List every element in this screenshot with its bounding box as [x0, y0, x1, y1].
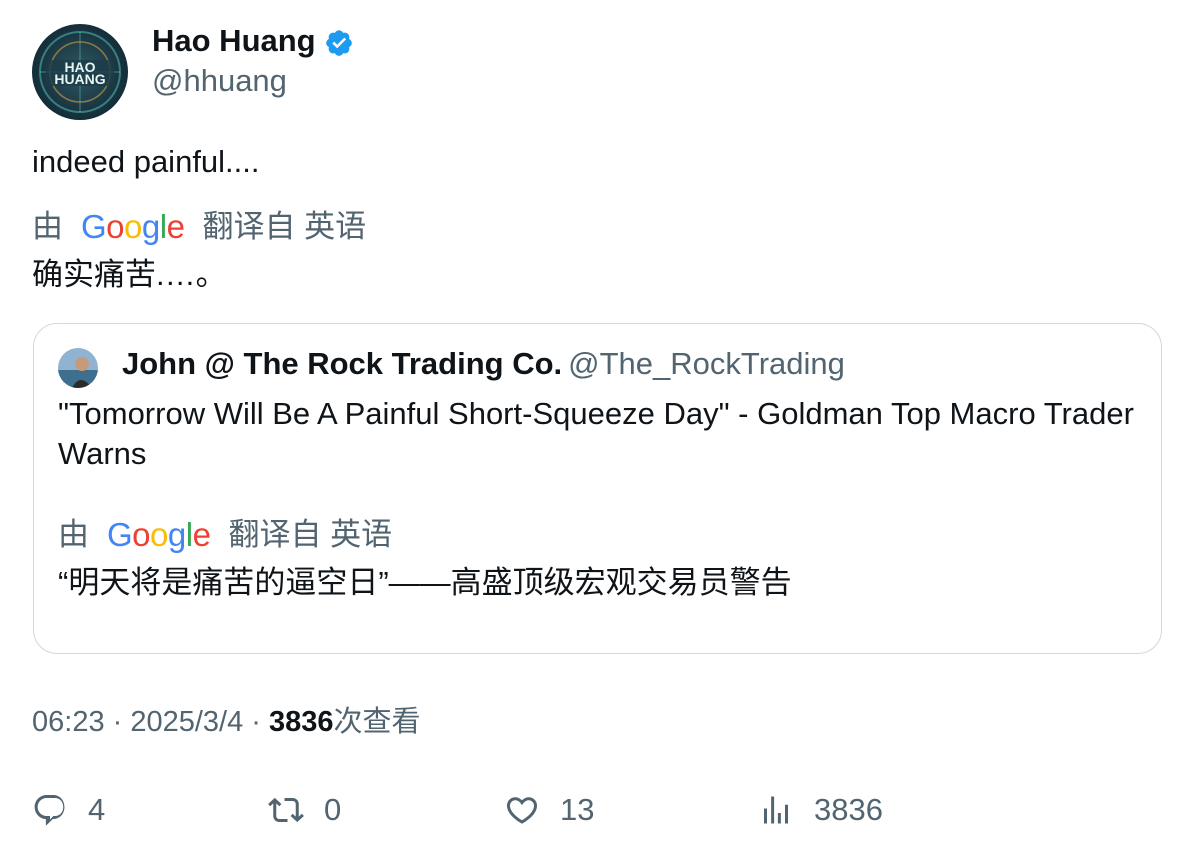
tweet-meta: 06:23 · 2025/3/4 · 3836次查看 [32, 706, 421, 738]
quote-translated-by-prefix: 由 [58, 517, 89, 552]
translated-by-suffix: 翻译自 英语 [202, 209, 367, 244]
reply-icon [34, 795, 65, 826]
tweet-translation: 确实痛苦.…。 [32, 257, 227, 292]
quote-translated-by-suffix: 翻译自 英语 [228, 517, 393, 552]
like-button[interactable]: 13 [504, 786, 594, 834]
author-display-name[interactable]: Hao Huang [152, 22, 316, 60]
like-count: 13 [560, 792, 595, 827]
translated-by: 由 Google 翻译自 英语 [32, 206, 366, 248]
views-button[interactable]: 3836 [758, 786, 883, 834]
author-handle[interactable]: @hhuang [152, 62, 287, 100]
views-count-action: 3836 [814, 792, 883, 827]
retweet-count: 0 [324, 792, 342, 827]
verified-badge-icon [325, 29, 352, 56]
tweet-time[interactable]: 06:23 [32, 706, 105, 738]
retweet-icon [268, 797, 304, 823]
views-count: 3836 [269, 706, 334, 738]
google-logo-icon: Google [107, 516, 211, 553]
quote-translation: “明天将是痛苦的逼空日”——高盛顶级宏观交易员警告 [58, 565, 792, 600]
quote-text: "Tomorrow Will Be A Painful Short-Squeez… [58, 396, 1134, 471]
analytics-icon [764, 796, 788, 824]
reply-count: 4 [88, 792, 106, 827]
action-bar: 4 0 13 3836 [0, 786, 1196, 834]
svg-text:HUANG: HUANG [54, 71, 105, 87]
views-label: 次查看 [333, 706, 421, 738]
tweet-text: indeed painful.... [32, 144, 260, 179]
author-name-row: Hao Huang [152, 22, 354, 60]
quote-author-avatar[interactable] [58, 348, 98, 388]
quote-display-name[interactable]: John @ The Rock Trading Co. [122, 346, 562, 381]
heart-icon [506, 797, 538, 824]
quote-header: John @ The Rock Trading Co. @The_RockTrad… [122, 344, 845, 384]
quote-translated-by: 由 Google 翻译自 英语 [58, 514, 392, 556]
author-avatar[interactable]: HAO HUANG [32, 24, 128, 120]
tweet-date[interactable]: 2025/3/4 [130, 706, 243, 738]
reply-button[interactable]: 4 [32, 786, 105, 834]
quote-handle[interactable]: @The_RockTrading [568, 346, 845, 381]
retweet-button[interactable]: 0 [268, 786, 341, 834]
translated-by-prefix: 由 [32, 209, 63, 244]
google-logo-icon: Google [81, 208, 185, 245]
